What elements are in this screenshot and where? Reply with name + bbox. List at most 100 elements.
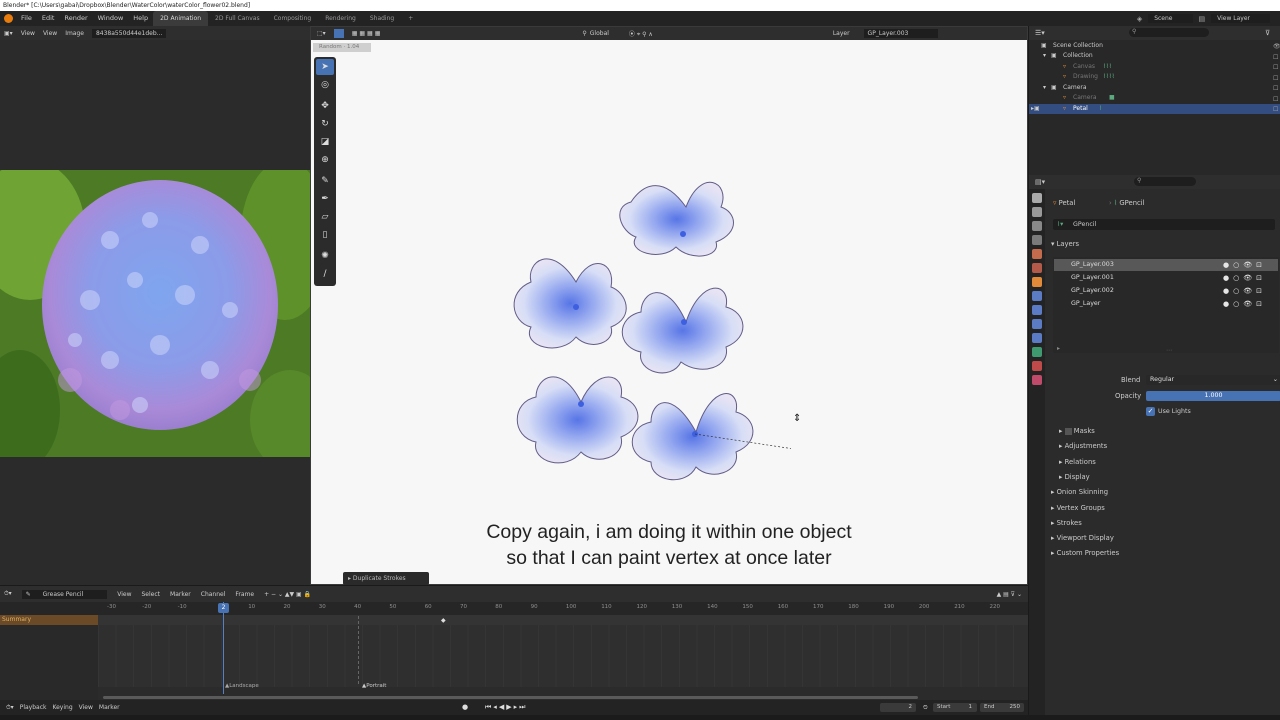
workspace-tab-rendering[interactable]: Rendering [318, 11, 363, 26]
polyline-tool-icon[interactable]: ▯ [316, 227, 334, 243]
data-block-field[interactable]: ⌇▾ GPencil [1053, 219, 1275, 230]
summary-channel[interactable]: Summary [0, 615, 98, 625]
modifier-tab-icon[interactable] [1032, 291, 1042, 301]
viewport-display-panel-header[interactable]: ▸ Viewport Display [1051, 532, 1114, 544]
select-mode-icon[interactable] [333, 29, 344, 38]
material-tab-icon[interactable] [1032, 361, 1042, 371]
rotate-tool-icon[interactable]: ↻ [316, 116, 334, 132]
layer-list-item[interactable]: GP_Layer.002 ●○👁⊡ [1054, 285, 1278, 297]
workspace-tab-compositing[interactable]: Compositing [267, 11, 319, 26]
display-panel-header[interactable]: ▸ Display [1059, 471, 1090, 483]
list-expand-icon[interactable]: ▸ [1057, 345, 1060, 352]
scene-tab-icon[interactable] [1032, 249, 1042, 259]
start-frame-field[interactable]: Start 1 [933, 703, 977, 712]
layer-list-item[interactable]: GP_Layer ●○👁⊡ [1054, 298, 1278, 310]
vertex-groups-panel-header[interactable]: ▸ Vertex Groups [1051, 502, 1105, 514]
editor-type-icon[interactable]: ▤▾ [1035, 178, 1045, 186]
transform-tool-icon[interactable]: ⊕ [316, 152, 334, 168]
draw-tool-icon[interactable]: ✎ [316, 173, 334, 189]
object-tab-icon[interactable] [1032, 277, 1042, 287]
menu-help[interactable]: Help [128, 11, 153, 26]
output-tab-icon[interactable] [1032, 221, 1042, 231]
add-workspace-button[interactable]: + [401, 11, 420, 26]
menu-marker[interactable]: Marker [170, 591, 191, 598]
outliner-row[interactable]: ▾ ▣ Camera [1029, 83, 1280, 93]
tint-tool-icon[interactable]: ✒ [316, 191, 334, 207]
outliner-row[interactable]: ▿ Canvas ⌇⌇⌇ [1029, 62, 1280, 72]
editor-type-icon[interactable]: ☰▾ [1035, 29, 1045, 37]
current-frame-indicator[interactable]: 2 [218, 603, 229, 613]
view-layer-selector[interactable]: View Layer [1211, 14, 1270, 23]
filter-icon[interactable]: ⊽ [1265, 29, 1270, 37]
marker-landscape[interactable]: ▲Landscape [225, 683, 259, 689]
visibility-icons[interactable]: 👁 ☐ ☐ ☐ ☐ ☐ ☐ [1273, 42, 1280, 116]
layer-list-item[interactable]: GP_Layer.003 ●○👁⊡ [1054, 259, 1278, 271]
end-frame-field[interactable]: End 250 [980, 703, 1024, 712]
menu-select[interactable]: Select [142, 591, 161, 598]
menu-window[interactable]: Window [93, 11, 129, 26]
clock-icon[interactable]: ⏲ [923, 700, 928, 715]
last-operator-panel[interactable]: ▸ Duplicate Strokes [343, 572, 429, 585]
layer-toggle-icons[interactable]: ●○👁⊡ [1223, 259, 1266, 271]
snap-icon[interactable]: ⦿ ⌖ ⚲ ∧ [629, 29, 653, 39]
workspace-tab-2d-animation[interactable]: 2D Animation [153, 11, 209, 26]
selection-modes-icon[interactable]: ▦▦▦▦ [352, 30, 383, 37]
horizontal-scrollbar[interactable] [103, 696, 918, 699]
constraints-tab-icon[interactable] [1032, 333, 1042, 343]
image-name-field[interactable]: 8438a550d44e1deb... [91, 28, 167, 38]
transport-controls-icon[interactable]: ⏮◂◀▶▸⏭ [485, 700, 527, 715]
effects-tab-icon[interactable] [1032, 305, 1042, 315]
scale-tool-icon[interactable]: ◪ [316, 134, 334, 150]
blender-logo-icon[interactable] [4, 14, 13, 23]
editor-type-icon[interactable]: ⏱▾ [6, 704, 14, 712]
marker-menu[interactable]: Marker [99, 704, 120, 711]
adjustments-panel-header[interactable]: ▸ Adjustments [1059, 440, 1107, 452]
editor-type-icon[interactable]: ⬚▾ [317, 30, 326, 37]
physics-tab-icon[interactable] [1032, 319, 1042, 329]
editor-type-icon[interactable]: ▣▾ [4, 30, 13, 37]
outliner-row[interactable]: ▿ Camera ■ [1029, 93, 1280, 103]
data-tab-icon[interactable] [1032, 347, 1042, 357]
dope-sheet-mode-select[interactable]: ✎ Grease Pencil [21, 589, 108, 599]
current-frame-field[interactable]: 2 [880, 703, 916, 712]
scene-selector[interactable]: Scene [1148, 14, 1193, 23]
measure-tool-icon[interactable]: ∕ [316, 266, 334, 282]
layer-field[interactable]: GP_Layer.003 [863, 29, 939, 38]
world-tab-icon[interactable] [1032, 263, 1042, 273]
menu-edit[interactable]: Edit [37, 11, 60, 26]
transform-orientation-select[interactable]: Global [590, 30, 609, 37]
texture-tab-icon[interactable] [1032, 375, 1042, 385]
view-layer-tab-icon[interactable] [1032, 235, 1042, 245]
editor-type-icon[interactable]: ⏱▾ [4, 590, 12, 598]
filter-icons[interactable]: ▲ ▤ ⊽ ⌄ [997, 591, 1022, 598]
strokes-panel-header[interactable]: ▸ Strokes [1051, 517, 1082, 529]
box-tool-icon[interactable]: ▱ [316, 209, 334, 225]
eyedropper-tool-icon[interactable]: ✺ [316, 248, 334, 264]
menu-view[interactable]: View [117, 591, 131, 598]
use-lights-checkbox[interactable]: ✓ [1146, 407, 1155, 416]
onion-skinning-panel-header[interactable]: ▸ Onion Skinning [1051, 486, 1108, 498]
layer-toggle-icons[interactable]: ●○👁⊡ [1223, 298, 1266, 310]
layer-toggle-icons[interactable]: ●○👁⊡ [1223, 285, 1266, 297]
render-tab-icon[interactable] [1032, 207, 1042, 217]
outliner-row[interactable]: ▣ Scene Collection [1029, 41, 1280, 51]
relations-panel-header[interactable]: ▸ Relations [1059, 456, 1096, 468]
frame-ruler[interactable]: -30-20-102102030405060708090100110120130… [0, 602, 1028, 615]
outliner-row[interactable]: ▿ Drawing ⌇⌇⌇⌇ [1029, 72, 1280, 82]
workspace-tab-shading[interactable]: Shading [363, 11, 401, 26]
record-icon[interactable]: ● [462, 700, 468, 715]
outliner-search-input[interactable] [1129, 28, 1209, 37]
custom-properties-panel-header[interactable]: ▸ Custom Properties [1051, 547, 1119, 559]
tool-tab-icon[interactable] [1032, 193, 1042, 203]
keyframe-tools-icon[interactable]: + − ⌄ ▲▼ ▣ 🔒 [264, 591, 311, 598]
image-view-menu-2[interactable]: View [43, 30, 57, 37]
properties-search-input[interactable] [1134, 177, 1196, 186]
layers-panel-header[interactable]: ▾ Layers [1051, 238, 1079, 250]
move-tool-icon[interactable]: ✥ [316, 98, 334, 114]
menu-file[interactable]: File [16, 11, 37, 26]
outliner-row[interactable]: ▾ ▣ Collection [1029, 51, 1280, 61]
menu-render[interactable]: Render [59, 11, 92, 26]
list-resize-handle[interactable]: ⋯ [1166, 347, 1172, 354]
outliner-row-selected[interactable]: ▸▣ ▿ Petal ⌇ [1029, 104, 1280, 114]
menu-frame[interactable]: Frame [235, 591, 254, 598]
